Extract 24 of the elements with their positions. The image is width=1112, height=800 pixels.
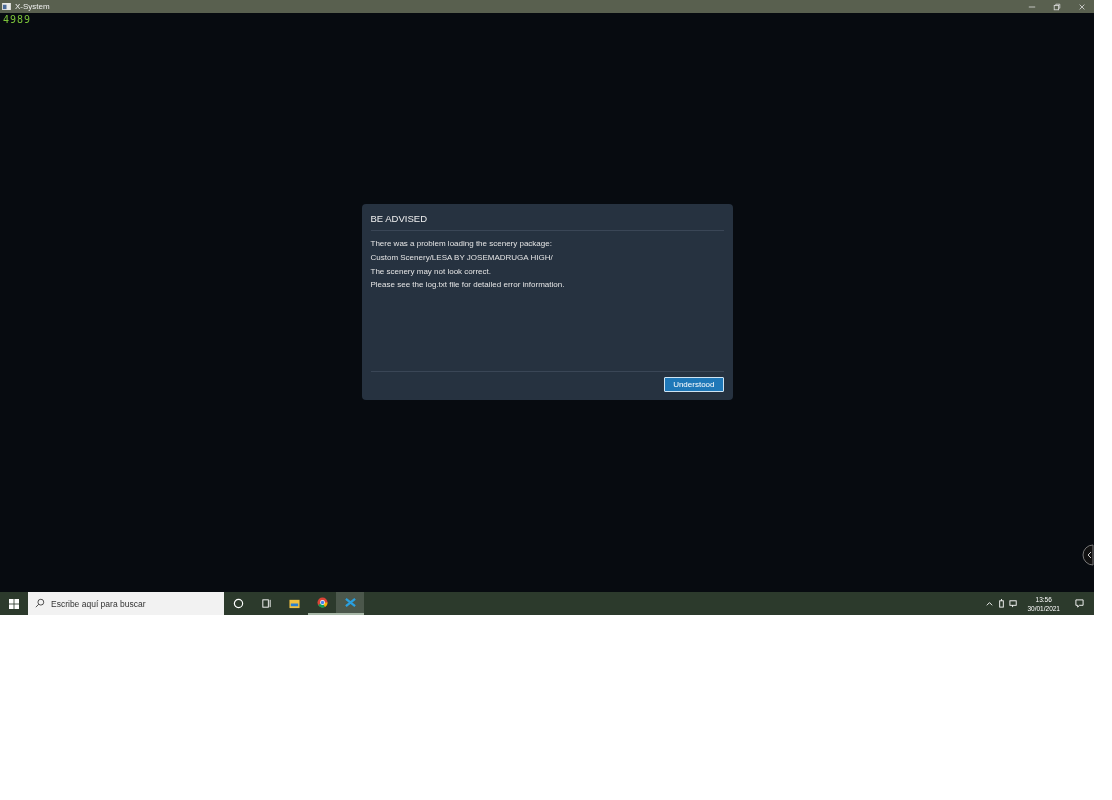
- browser-logo-icon: [316, 597, 328, 608]
- chevron-up-icon[interactable]: [985, 599, 995, 608]
- restore-icon[interactable]: [1053, 2, 1061, 11]
- network-icon[interactable]: [1009, 599, 1019, 608]
- collapse-handle-icon[interactable]: [1082, 544, 1094, 566]
- x-logo-icon: [344, 597, 356, 608]
- understood-button[interactable]: Understood: [664, 377, 724, 392]
- search-field[interactable]: Escribe aquí para buscar: [28, 592, 224, 615]
- message-line: Please see the log.txt file for detailed error information.: [370, 279, 566, 292]
- circle-icon: [232, 598, 244, 609]
- notifications-icon[interactable]: [1075, 599, 1084, 608]
- message-line: The scenery may not look correct.: [370, 265, 492, 278]
- message-line: There was a problem loading the scenery package:: [370, 238, 553, 250]
- app-icon: [2, 3, 11, 10]
- close-icon[interactable]: [1078, 2, 1086, 11]
- search-icon: [35, 598, 45, 608]
- battery-plug-icon[interactable]: [997, 599, 1007, 608]
- frame-counter: 4989: [3, 14, 32, 25]
- dialog-title: BE ADVISED: [370, 204, 724, 231]
- message-line: Custom Scenery/LESA BY JOSEMADRUGA HIGH/: [370, 251, 554, 264]
- folder-icon: [288, 598, 300, 609]
- windows-start-icon[interactable]: [9, 598, 19, 609]
- window-title: X-System: [15, 2, 50, 11]
- task-view-icon: [260, 598, 272, 609]
